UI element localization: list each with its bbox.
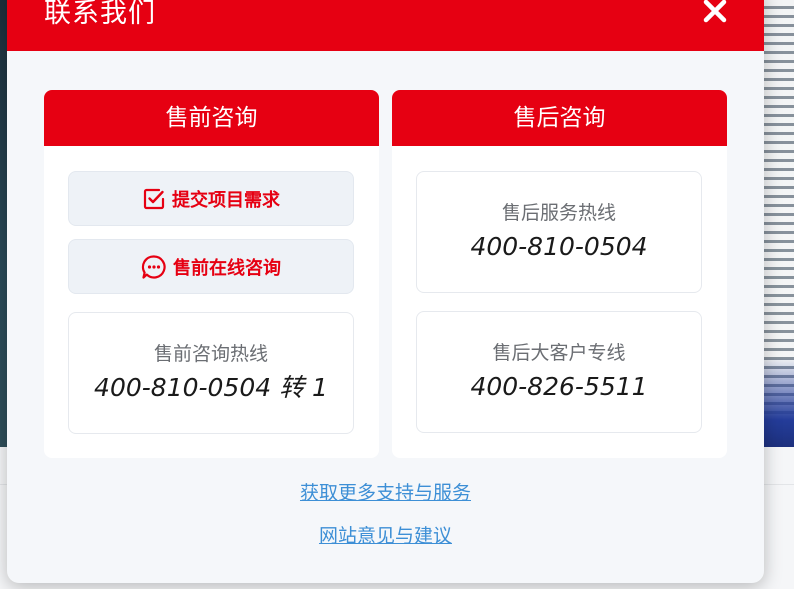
aftersale-card-title: 售后咨询 (392, 90, 727, 146)
submit-requirement-button[interactable]: 提交项目需求 (68, 171, 354, 226)
aftersale-vip-number[interactable]: 400-826-5511 (417, 371, 701, 403)
presale-online-chat-label: 售前在线咨询 (173, 257, 281, 279)
contact-modal: 联系我们 售前咨询 提交项目需求 售前在线咨询 售前咨询热线 400-810-0… (7, 0, 764, 583)
more-support-link[interactable]: 获取更多支持与服务 (7, 478, 764, 505)
presale-hotline-label: 售前咨询热线 (153, 343, 268, 365)
checkbox-edit-icon (143, 188, 165, 209)
submit-requirement-label: 提交项目需求 (172, 189, 280, 211)
presale-hotline-box: 售前咨询热线 400-810-0504 转 1 (68, 312, 354, 434)
presale-card-title: 售前咨询 (44, 90, 379, 146)
close-button[interactable] (700, 0, 730, 26)
background-building-image (762, 0, 794, 447)
aftersale-card: 售后咨询 售后服务热线 400-810-0504 售后大客户专线 400-826… (392, 90, 727, 458)
presale-online-chat-button[interactable]: 售前在线咨询 (68, 239, 354, 294)
aftersale-service-label: 售后服务热线 (501, 202, 616, 224)
close-icon (703, 0, 727, 23)
chat-bubble-icon (141, 254, 166, 279)
aftersale-service-number[interactable]: 400-810-0504 (417, 231, 701, 263)
modal-header: 联系我们 (7, 0, 764, 51)
feedback-link[interactable]: 网站意见与建议 (7, 521, 764, 548)
modal-title: 联系我们 (44, 0, 156, 29)
aftersale-vip-hotline-box: 售后大客户专线 400-826-5511 (416, 311, 702, 433)
aftersale-vip-label: 售后大客户专线 (492, 342, 626, 364)
presale-hotline-number[interactable]: 400-810-0504 转 1 (69, 372, 353, 404)
presale-card: 售前咨询 提交项目需求 售前在线咨询 售前咨询热线 400-810-0504 转… (44, 90, 379, 458)
aftersale-service-hotline-box: 售后服务热线 400-810-0504 (416, 171, 702, 293)
